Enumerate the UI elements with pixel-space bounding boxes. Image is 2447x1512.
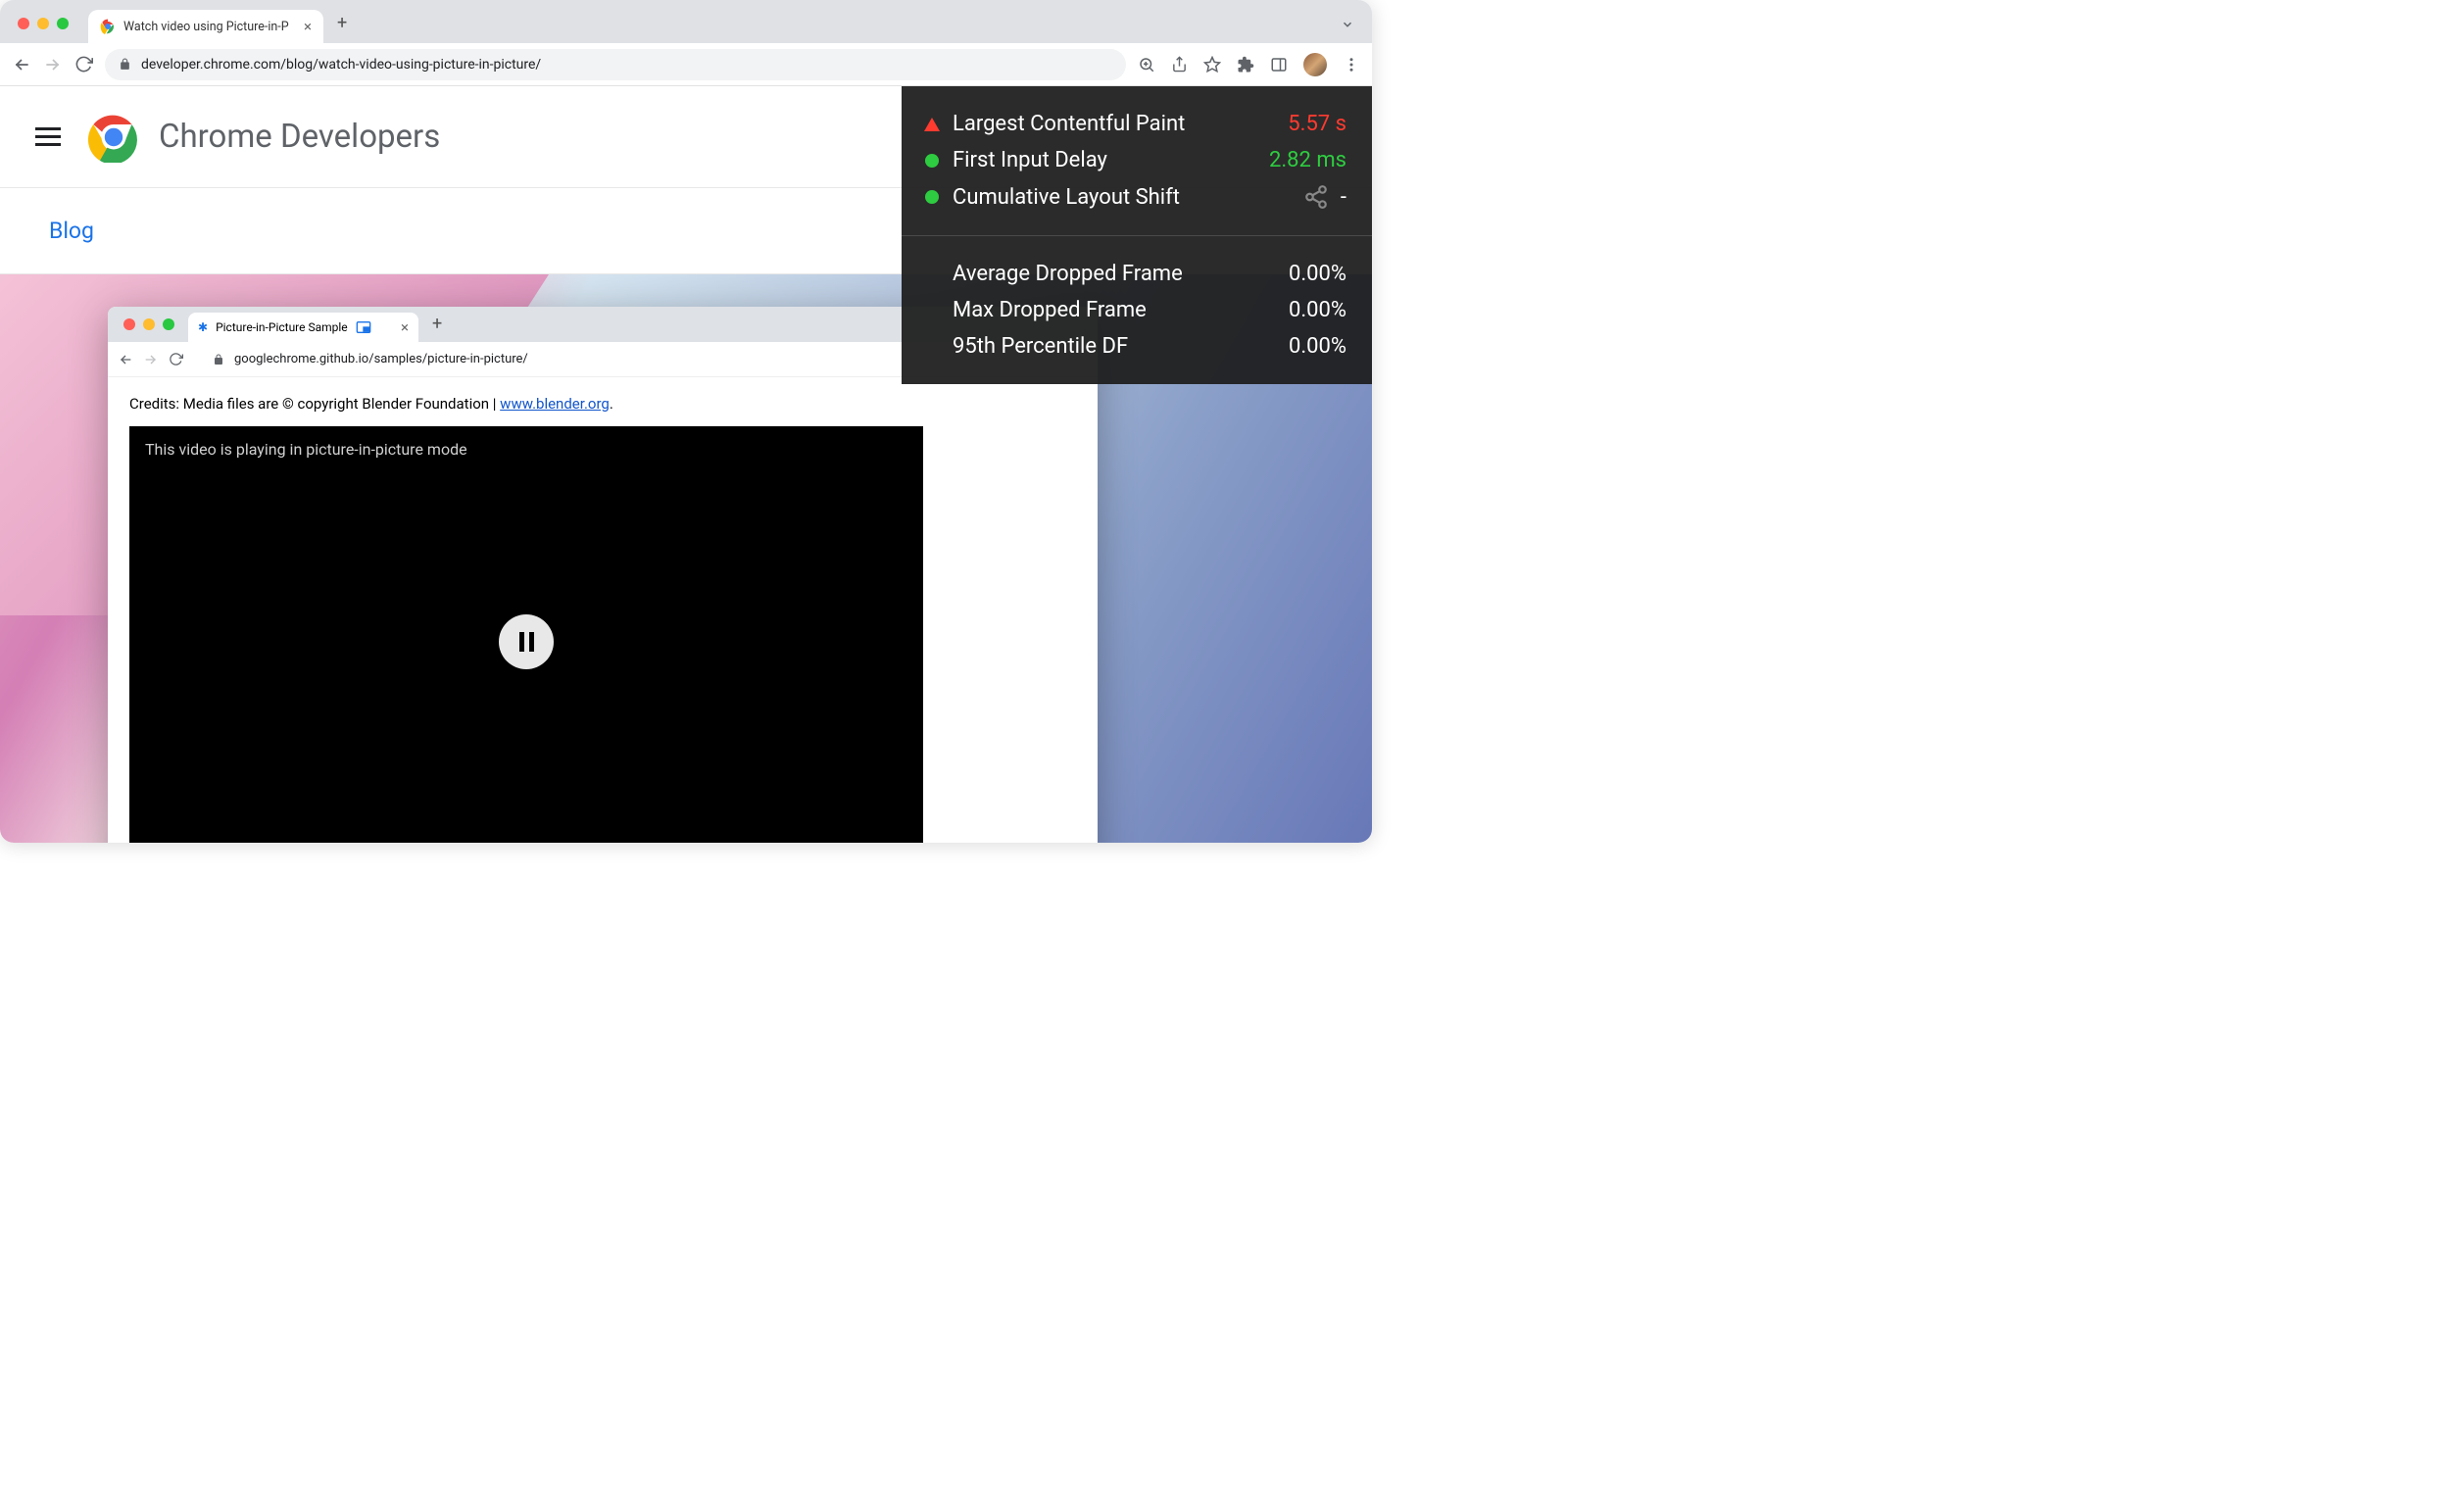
extensions-icon[interactable] (1237, 56, 1254, 73)
inner-window-controls (123, 318, 174, 330)
metric-max-dropped: Max Dropped Frame 0.00% (923, 292, 1346, 328)
status-dot-icon (923, 154, 941, 168)
menu-button[interactable] (35, 127, 61, 146)
inner-minimize-button[interactable] (143, 318, 155, 330)
window-controls (18, 18, 69, 29)
share-icon[interactable] (1303, 184, 1329, 210)
dropped-frames-section: Average Dropped Frame 0.00% Max Dropped … (902, 236, 1372, 384)
close-window-button[interactable] (18, 18, 29, 29)
maximize-window-button[interactable] (57, 18, 69, 29)
metric-fid-value: 2.82 ms (1269, 148, 1346, 172)
browser-tab[interactable]: Watch video using Picture-in-P × (88, 10, 323, 43)
tab-strip: Watch video using Picture-in-P × + (0, 0, 1372, 43)
sidepanel-icon[interactable] (1270, 56, 1288, 73)
site-title-text: Chrome Developers (159, 118, 440, 156)
forward-button[interactable] (43, 55, 63, 74)
reload-button[interactable] (74, 55, 93, 73)
toolbar-actions (1138, 53, 1360, 76)
tab-title: Watch video using Picture-in-P (123, 20, 289, 34)
site-title: Chrome Developers (88, 112, 440, 163)
lock-icon (119, 58, 131, 71)
inner-tab-title: Picture-in-Picture Sample (216, 320, 348, 334)
status-dot-icon (923, 190, 941, 204)
metric-cls: Cumulative Layout Shift - (923, 178, 1346, 216)
credits-suffix: . (610, 395, 613, 413)
minimize-window-button[interactable] (37, 18, 49, 29)
bookmark-icon[interactable] (1203, 56, 1221, 73)
chrome-logo-icon (88, 112, 139, 163)
new-tab-button[interactable]: + (337, 13, 347, 33)
inner-maximize-button[interactable] (163, 318, 174, 330)
inner-browser-tab[interactable]: ✱ Picture-in-Picture Sample × (188, 313, 418, 342)
credits-text: Credits: Media files are © copyright Ble… (129, 395, 500, 413)
zoom-icon[interactable] (1138, 56, 1155, 73)
inner-close-button[interactable] (123, 318, 135, 330)
inner-lock-icon (213, 354, 224, 366)
metric-p95-dropped: 95th Percentile DF 0.00% (923, 328, 1346, 365)
share-icon[interactable] (1171, 56, 1188, 73)
breadcrumb-blog-link[interactable]: Blog (49, 218, 94, 244)
web-vitals-section: Largest Contentful Paint 5.57 s First In… (902, 86, 1372, 235)
metric-lcp: Largest Contentful Paint 5.57 s (923, 106, 1346, 142)
inner-reload-button[interactable] (169, 352, 183, 366)
inner-close-tab-button[interactable]: × (401, 318, 409, 336)
back-button[interactable] (12, 55, 31, 74)
profile-avatar[interactable] (1303, 53, 1327, 76)
metric-cls-value: - (1341, 185, 1346, 210)
close-tab-button[interactable]: × (304, 18, 312, 35)
inner-browser-window: ✱ Picture-in-Picture Sample × + (108, 307, 1098, 843)
browser-window: Watch video using Picture-in-P × + devel… (0, 0, 1372, 843)
metrics-overlay: Largest Contentful Paint 5.57 s First In… (902, 86, 1372, 384)
inner-url-text: googlechrome.github.io/samples/picture-i… (234, 352, 528, 366)
chrome-favicon-icon (100, 19, 116, 34)
inner-forward-button[interactable] (143, 352, 159, 367)
tab-overflow-button[interactable] (1341, 18, 1354, 31)
menu-icon[interactable] (1343, 56, 1360, 73)
pip-message: This video is playing in picture-in-pict… (145, 440, 467, 459)
inner-page-content: Credits: Media files are © copyright Ble… (108, 377, 1098, 843)
gear-icon: ✱ (198, 320, 208, 334)
page-content: Chrome Developers Blog ✱ Picture-in-Pict… (0, 86, 1372, 843)
metric-lcp-value: 5.57 s (1288, 112, 1346, 136)
pip-indicator-icon (356, 320, 371, 334)
address-bar[interactable]: developer.chrome.com/blog/watch-video-us… (105, 49, 1126, 80)
metric-avg-dropped: Average Dropped Frame 0.00% (923, 256, 1346, 292)
inner-back-button[interactable] (118, 352, 133, 367)
warning-triangle-icon (923, 118, 941, 131)
pause-icon (519, 632, 534, 652)
pause-button[interactable] (499, 614, 554, 669)
inner-new-tab-button[interactable]: + (432, 314, 442, 334)
metric-fid: First Input Delay 2.82 ms (923, 142, 1346, 178)
browser-toolbar: developer.chrome.com/blog/watch-video-us… (0, 43, 1372, 86)
video-player[interactable]: This video is playing in picture-in-pict… (129, 426, 923, 843)
blender-link[interactable]: www.blender.org (500, 395, 610, 413)
url-text: developer.chrome.com/blog/watch-video-us… (141, 57, 541, 73)
